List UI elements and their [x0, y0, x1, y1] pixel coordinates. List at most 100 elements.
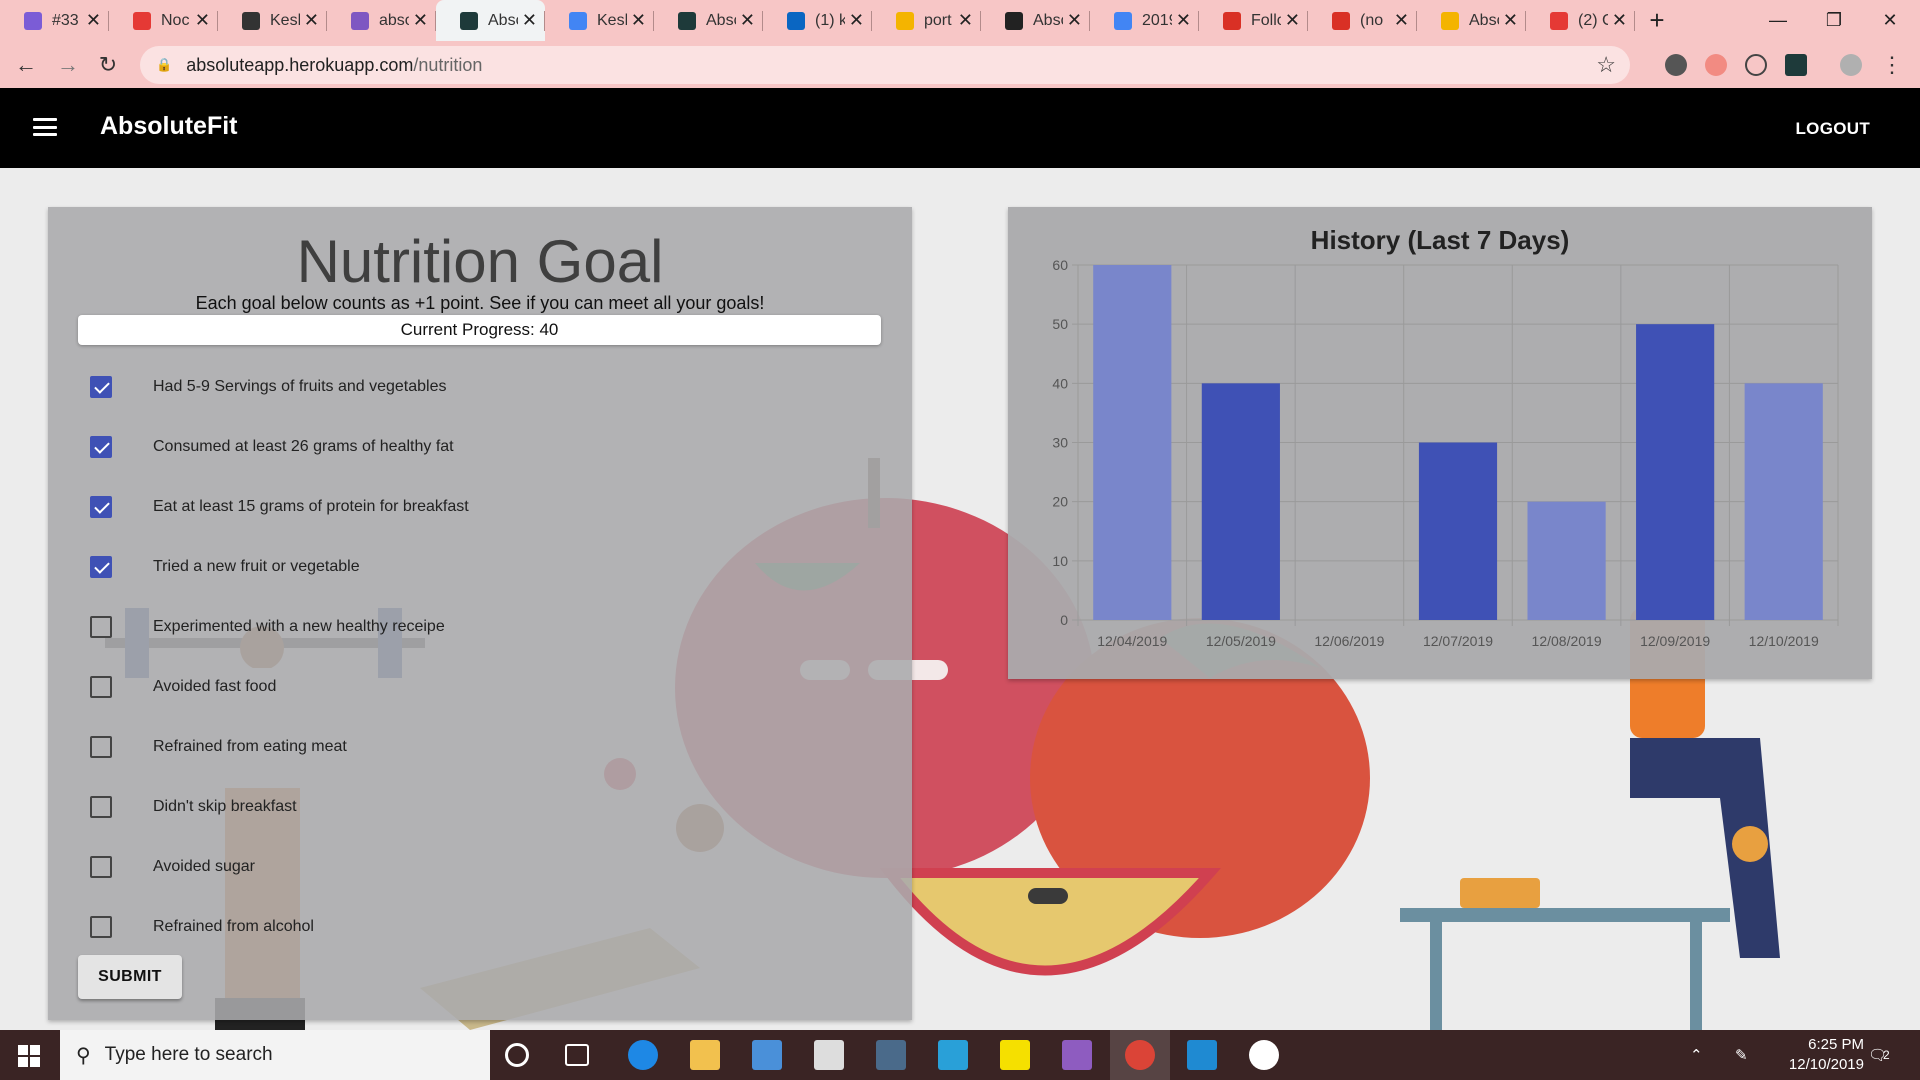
tab-close-icon[interactable]: ✕ — [1503, 10, 1518, 31]
tab-close-icon[interactable]: ✕ — [631, 10, 646, 31]
x-tick-label: 12/05/2019 — [1206, 633, 1276, 649]
y-tick-label: 0 — [1060, 612, 1068, 628]
chart-bar[interactable] — [1093, 265, 1172, 620]
browser-tab[interactable]: Kesh✕ — [545, 0, 654, 41]
goal-checkbox[interactable] — [90, 616, 112, 638]
chart-bar[interactable] — [1418, 442, 1498, 621]
browser-tab[interactable]: (no ✕ — [1308, 0, 1417, 41]
tab-favicon-icon — [24, 11, 42, 30]
goal-label: Refrained from eating meat — [153, 738, 347, 755]
hamburger-menu-icon[interactable] — [33, 118, 57, 136]
tab-favicon-icon — [1005, 11, 1023, 30]
goal-checkbox[interactable] — [90, 736, 112, 758]
browser-tab[interactable]: 2019✕ — [1090, 0, 1199, 41]
slack-icon[interactable] — [1249, 1040, 1279, 1070]
tab-favicon-icon — [1550, 11, 1568, 30]
brand-title[interactable]: AbsoluteFit — [100, 112, 238, 141]
cortana-icon[interactable] — [505, 1043, 529, 1067]
goal-checkbox[interactable] — [90, 556, 112, 578]
extension-cast-icon[interactable] — [1705, 54, 1727, 76]
tab-close-icon[interactable]: ✕ — [740, 10, 755, 31]
tab-close-icon[interactable]: ✕ — [86, 10, 101, 31]
goal-item: Had 5-9 Servings of fruits and vegetable… — [48, 357, 912, 417]
sql-server-icon[interactable] — [876, 1040, 906, 1070]
y-tick-label: 60 — [1052, 257, 1068, 273]
reload-icon[interactable]: ↻ — [92, 49, 124, 81]
forward-icon[interactable]: → — [52, 49, 84, 81]
extension-react-devtools-icon[interactable] — [1785, 54, 1807, 76]
minimize-window-icon[interactable]: — — [1750, 0, 1806, 41]
tab-title: Kesh — [597, 11, 627, 29]
tab-favicon-icon — [1223, 11, 1241, 30]
goal-subtitle: Each goal below counts as +1 point. See … — [195, 293, 765, 313]
goal-checkbox[interactable] — [90, 916, 112, 938]
goal-checkbox[interactable] — [90, 856, 112, 878]
chart-bar[interactable] — [1636, 324, 1715, 620]
y-tick-label: 30 — [1052, 435, 1068, 451]
tab-close-icon[interactable]: ✕ — [849, 10, 864, 31]
remote-desktop-icon[interactable] — [752, 1040, 782, 1070]
store-icon[interactable] — [814, 1040, 844, 1070]
restore-window-icon[interactable]: ❐ — [1806, 0, 1862, 41]
browser-menu-icon[interactable]: ⋮ — [1876, 49, 1908, 81]
show-hidden-icons-icon[interactable]: ⌃ — [1690, 1030, 1703, 1080]
tab-close-icon[interactable]: ✕ — [1176, 10, 1191, 31]
vscode-icon[interactable] — [1187, 1040, 1217, 1070]
browser-tab[interactable]: Follo✕ — [1199, 0, 1308, 41]
browser-tab[interactable]: (2) C ✕ — [1526, 0, 1635, 41]
history-card: History (Last 7 Days) 0 10 20 30 40 50 60 12/04… — [1008, 207, 1872, 679]
tab-close-icon[interactable]: ✕ — [413, 10, 428, 31]
notifications-icon[interactable]: 🗨 2 — [1868, 1030, 1890, 1080]
submit-button[interactable]: SUBMIT — [78, 955, 182, 999]
edge-icon[interactable] — [628, 1040, 658, 1070]
logout-button[interactable]: LOGOUT — [1795, 119, 1870, 139]
browser-tab[interactable]: Abso✕ — [1417, 0, 1526, 41]
browser-tab[interactable]: Abso✕ — [981, 0, 1090, 41]
tab-close-icon[interactable]: ✕ — [304, 10, 319, 31]
browser-tab[interactable]: abso✕ — [327, 0, 436, 41]
back-icon[interactable]: ← — [10, 49, 42, 81]
goal-checkbox[interactable] — [90, 436, 112, 458]
visual-studio-icon[interactable] — [1062, 1040, 1092, 1070]
browser-tab[interactable]: Abso✕ — [436, 0, 545, 41]
tab-close-icon[interactable]: ✕ — [1394, 10, 1409, 31]
browser-tab[interactable]: #33 ✕ — [0, 0, 109, 41]
file-explorer-icon[interactable] — [690, 1040, 720, 1070]
windows-start-icon[interactable] — [18, 1045, 40, 1067]
extension-octotree-icon[interactable] — [1745, 54, 1767, 76]
sticky-notes-icon[interactable] — [1000, 1040, 1030, 1070]
goal-checkbox[interactable] — [90, 376, 112, 398]
goal-label: Eat at least 15 grams of protein for bre… — [153, 498, 469, 515]
new-tab-icon[interactable]: + — [1635, 0, 1679, 41]
tab-close-icon[interactable]: ✕ — [958, 10, 973, 31]
close-window-icon[interactable]: ✕ — [1862, 0, 1918, 41]
system-clock[interactable]: 6:25 PM 12/10/2019 — [1789, 1035, 1864, 1075]
tab-close-icon[interactable]: ✕ — [522, 10, 537, 31]
goal-checkbox[interactable] — [90, 796, 112, 818]
address-bar[interactable]: 🔒 absoluteapp.herokuapp.com/nutrition ☆ — [140, 46, 1630, 84]
tab-close-icon[interactable]: ✕ — [1612, 10, 1627, 31]
browser-tab[interactable]: port ✕ — [872, 0, 981, 41]
y-tick-label: 50 — [1052, 316, 1068, 332]
chart-bar[interactable] — [1201, 383, 1280, 620]
chart-bar[interactable] — [1744, 383, 1823, 620]
goal-checkbox[interactable] — [90, 676, 112, 698]
bookmark-star-icon[interactable]: ☆ — [1596, 52, 1616, 78]
task-view-icon[interactable] — [565, 1044, 589, 1066]
browser-tab[interactable]: Noc ✕ — [109, 0, 218, 41]
tab-favicon-icon — [1441, 11, 1459, 30]
chrome-icon[interactable] — [1125, 1040, 1155, 1070]
taskbar-search-box[interactable]: ⚲ Type here to search — [60, 1030, 490, 1080]
tab-close-icon[interactable]: ✕ — [1067, 10, 1082, 31]
profile-avatar[interactable] — [1840, 54, 1862, 76]
goal-checkbox[interactable] — [90, 496, 112, 518]
browser-tab[interactable]: Kesh✕ — [218, 0, 327, 41]
tab-close-icon[interactable]: ✕ — [1285, 10, 1300, 31]
tab-close-icon[interactable]: ✕ — [195, 10, 210, 31]
pen-workspace-icon[interactable]: ✎ — [1735, 1030, 1748, 1080]
extension-grammarly-icon[interactable] — [1665, 54, 1687, 76]
browser-tab[interactable]: Abso✕ — [654, 0, 763, 41]
chart-bar[interactable] — [1527, 501, 1606, 620]
calculator-icon[interactable] — [938, 1040, 968, 1070]
browser-tab[interactable]: (1) k ✕ — [763, 0, 872, 41]
